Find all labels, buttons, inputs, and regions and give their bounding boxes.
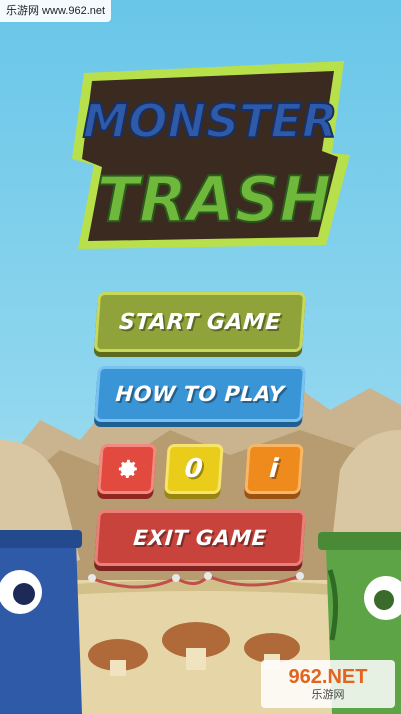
game-logo: MONSTER TRASH	[72, 61, 350, 249]
settings-button[interactable]	[97, 444, 157, 494]
fence-post	[88, 574, 96, 582]
watermark-brand: 962.NET	[288, 666, 368, 688]
watermark-top: 乐游网 www.962.net	[0, 0, 112, 22]
start-game-button[interactable]: START GAME	[93, 292, 307, 352]
blue-monster-bin	[0, 530, 82, 714]
fence-post	[172, 574, 180, 582]
score-button[interactable]: 0	[164, 444, 224, 494]
exit-game-button[interactable]: EXIT GAME	[94, 510, 306, 566]
watermark-sub: 乐游网	[311, 689, 345, 701]
logo-line-trash: TRASH	[97, 163, 332, 236]
how-to-play-button[interactable]: HOW TO PLAY	[94, 366, 306, 422]
info-button[interactable]: i	[244, 444, 304, 494]
logo-line-monster: MONSTER	[83, 94, 338, 148]
fence-post	[296, 572, 304, 580]
fence-post	[204, 572, 212, 580]
watermark-bottom: 962.NET 乐游网	[261, 660, 395, 708]
gear-icon	[118, 459, 137, 478]
